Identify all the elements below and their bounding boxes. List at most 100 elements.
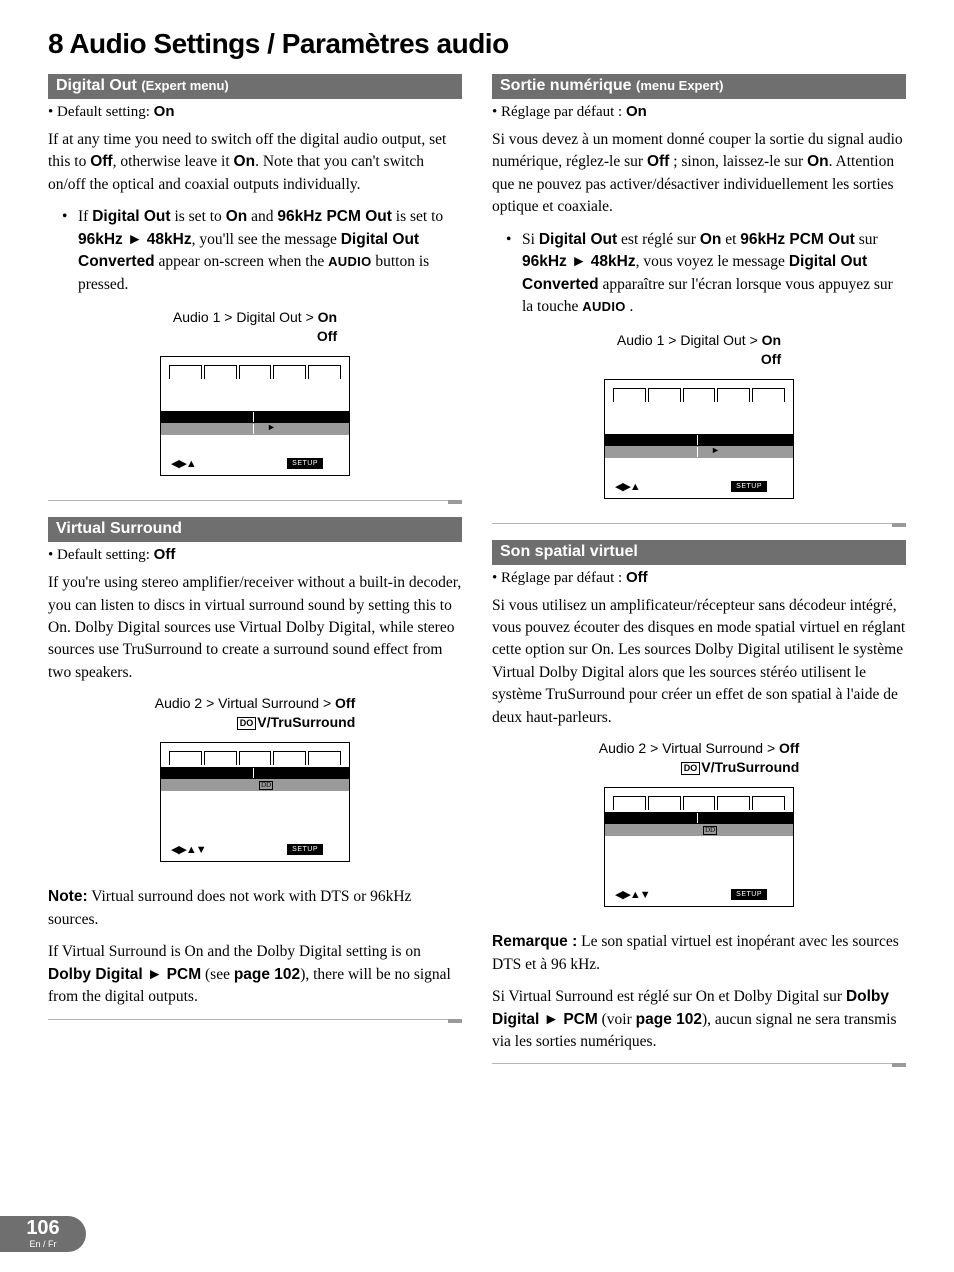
96k-48k-label: 96kHz ► 48kHz bbox=[522, 253, 636, 270]
digital-out-label: Digital Out bbox=[92, 208, 170, 225]
text: ; sinon, laissez-le sur bbox=[669, 153, 807, 170]
osd-panel: DD ◀▶▲▼ SETUP bbox=[604, 787, 794, 907]
menu-breadcrumb: Audio 1 > Digital Out > On Off bbox=[617, 331, 781, 369]
text: is set to bbox=[171, 208, 226, 225]
text: If bbox=[78, 208, 92, 225]
section-divider bbox=[492, 523, 906, 524]
page-number-badge: 106 En / Fr bbox=[0, 1216, 86, 1252]
page-ref: page 102 bbox=[234, 966, 300, 983]
header-sub: (Expert menu) bbox=[141, 78, 228, 93]
note-paragraph: Remarque : Le son spatial virtuel est in… bbox=[492, 931, 906, 976]
dolby-icon: DD bbox=[703, 826, 717, 835]
menu-row-grey bbox=[605, 446, 793, 458]
text: . bbox=[626, 298, 634, 315]
menu-breadcrumb: Audio 2 > Virtual Surround > Off DOV/Tru… bbox=[155, 694, 356, 732]
96k-pcm-out-label: 96kHz PCM Out bbox=[277, 208, 392, 225]
body-paragraph: If Virtual Surround is On and the Dolby … bbox=[48, 941, 462, 1008]
menu-illustration-block: Audio 2 > Virtual Surround > Off DOV/Tru… bbox=[492, 739, 906, 907]
section-header-digital-out: Digital Out (Expert menu) bbox=[48, 74, 462, 99]
text: , vous voyez le message bbox=[636, 253, 789, 270]
default-prefix: • Réglage par défaut : bbox=[492, 570, 626, 586]
header-sub: (menu Expert) bbox=[636, 78, 723, 93]
play-triangle-icon: ► bbox=[267, 411, 276, 420]
default-setting-line: • Default setting: Off bbox=[48, 546, 462, 564]
audio-button-label: AUDIO bbox=[582, 299, 625, 314]
tab-row bbox=[169, 365, 341, 379]
breadcrumb-text: Audio 1 > Digital Out > bbox=[617, 332, 762, 348]
tab-row bbox=[613, 796, 785, 810]
text: et bbox=[721, 231, 740, 248]
osd-panel: ► ► ◀▶▲ SETUP bbox=[160, 356, 350, 476]
on-label: On bbox=[226, 208, 248, 225]
breadcrumb-off: Off bbox=[779, 740, 799, 756]
right-column: Sortie numérique (menu Expert) • Réglage… bbox=[492, 74, 906, 1080]
default-value: On bbox=[626, 103, 647, 120]
nav-arrows-icon: ◀▶▲▼ bbox=[171, 843, 206, 856]
breadcrumb-off: Off bbox=[335, 695, 355, 711]
section-header-sortie-numerique: Sortie numérique (menu Expert) bbox=[492, 74, 906, 99]
section-divider bbox=[48, 1019, 462, 1020]
menu-illustration-block: Audio 2 > Virtual Surround > Off DOV/Tru… bbox=[48, 694, 462, 862]
dolby-icon: DD bbox=[259, 781, 273, 790]
play-triangle-icon: ► bbox=[711, 446, 720, 455]
text: is set to bbox=[392, 208, 443, 225]
default-setting-line: • Réglage par défaut : On bbox=[492, 103, 906, 121]
text: appear on-screen when the bbox=[155, 253, 328, 270]
page-ref: page 102 bbox=[636, 1011, 702, 1028]
note-label: Note: bbox=[48, 888, 88, 905]
default-setting-line: • Réglage par défaut : Off bbox=[492, 569, 906, 587]
tab-row bbox=[613, 388, 785, 402]
section-header-virtual-surround: Virtual Surround bbox=[48, 517, 462, 542]
text: sur bbox=[855, 231, 878, 248]
breadcrumb-off: Off bbox=[317, 328, 337, 344]
digital-out-label: Digital Out bbox=[539, 231, 617, 248]
body-paragraph: Si vous utilisez un amplificateur/récept… bbox=[492, 595, 906, 730]
breadcrumb-text: Audio 2 > Virtual Surround > bbox=[155, 695, 335, 711]
menu-row-selected bbox=[605, 434, 793, 446]
menu-breadcrumb: Audio 2 > Virtual Surround > Off DOV/Tru… bbox=[599, 739, 800, 777]
menu-row-grey bbox=[161, 779, 349, 791]
default-value: Off bbox=[154, 546, 176, 563]
menu-illustration-block: Audio 1 > Digital Out > On Off ► ► ◀▶▲ S… bbox=[48, 308, 462, 476]
setup-badge: SETUP bbox=[731, 889, 767, 900]
off-label: Off bbox=[90, 153, 112, 170]
tab-row bbox=[169, 751, 341, 765]
body-paragraph: If at any time you need to switch off th… bbox=[48, 129, 462, 196]
indented-bullet: If Digital Out is set to On and 96kHz PC… bbox=[48, 206, 462, 296]
default-value: Off bbox=[626, 569, 648, 586]
on-label: On bbox=[234, 153, 256, 170]
setup-badge: SETUP bbox=[731, 481, 767, 492]
nav-arrows-icon: ◀▶▲▼ bbox=[615, 888, 650, 901]
body-paragraph: Si vous devez à un moment donné couper l… bbox=[492, 129, 906, 219]
indented-bullet: Si Digital Out est réglé sur On et 96kHz… bbox=[492, 229, 906, 319]
note-text: Virtual surround does not work with DTS … bbox=[48, 888, 411, 927]
text: est réglé sur bbox=[617, 231, 700, 248]
note-label: Remarque : bbox=[492, 933, 577, 950]
breadcrumb-on: On bbox=[762, 332, 781, 348]
off-label: Off bbox=[647, 153, 669, 170]
breadcrumb-tru: V/TruSurround bbox=[257, 714, 355, 730]
default-setting-line: • Default setting: On bbox=[48, 103, 462, 121]
body-paragraph: Si Virtual Surround est réglé sur On et … bbox=[492, 986, 906, 1053]
setup-badge: SETUP bbox=[287, 844, 323, 855]
default-prefix: • Réglage par défaut : bbox=[492, 104, 626, 120]
header-main: Digital Out bbox=[56, 77, 141, 94]
96k-pcm-out-label: 96kHz PCM Out bbox=[740, 231, 855, 248]
body-paragraph: If you're using stereo amplifier/receive… bbox=[48, 572, 462, 684]
text: and bbox=[247, 208, 277, 225]
text: Si Virtual Surround est réglé sur On et … bbox=[492, 988, 846, 1005]
default-value: On bbox=[154, 103, 175, 120]
page-title: 8 Audio Settings / Paramètres audio bbox=[48, 28, 906, 60]
section-header-son-spatial: Son spatial virtuel bbox=[492, 540, 906, 565]
section-divider bbox=[48, 500, 462, 501]
text: (see bbox=[201, 966, 234, 983]
osd-panel: DD ◀▶▲▼ SETUP bbox=[160, 742, 350, 862]
osd-panel: ► ► ◀▶▲ SETUP bbox=[604, 379, 794, 499]
menu-row-selected bbox=[161, 411, 349, 423]
dolby-icon: DO bbox=[681, 762, 701, 775]
note-paragraph: Note: Virtual surround does not work wit… bbox=[48, 886, 462, 931]
page-number: 106 bbox=[0, 1218, 86, 1238]
nav-arrows-icon: ◀▶▲ bbox=[615, 480, 640, 493]
play-triangle-icon: ► bbox=[267, 423, 276, 432]
page-lang: En / Fr bbox=[0, 1239, 86, 1249]
